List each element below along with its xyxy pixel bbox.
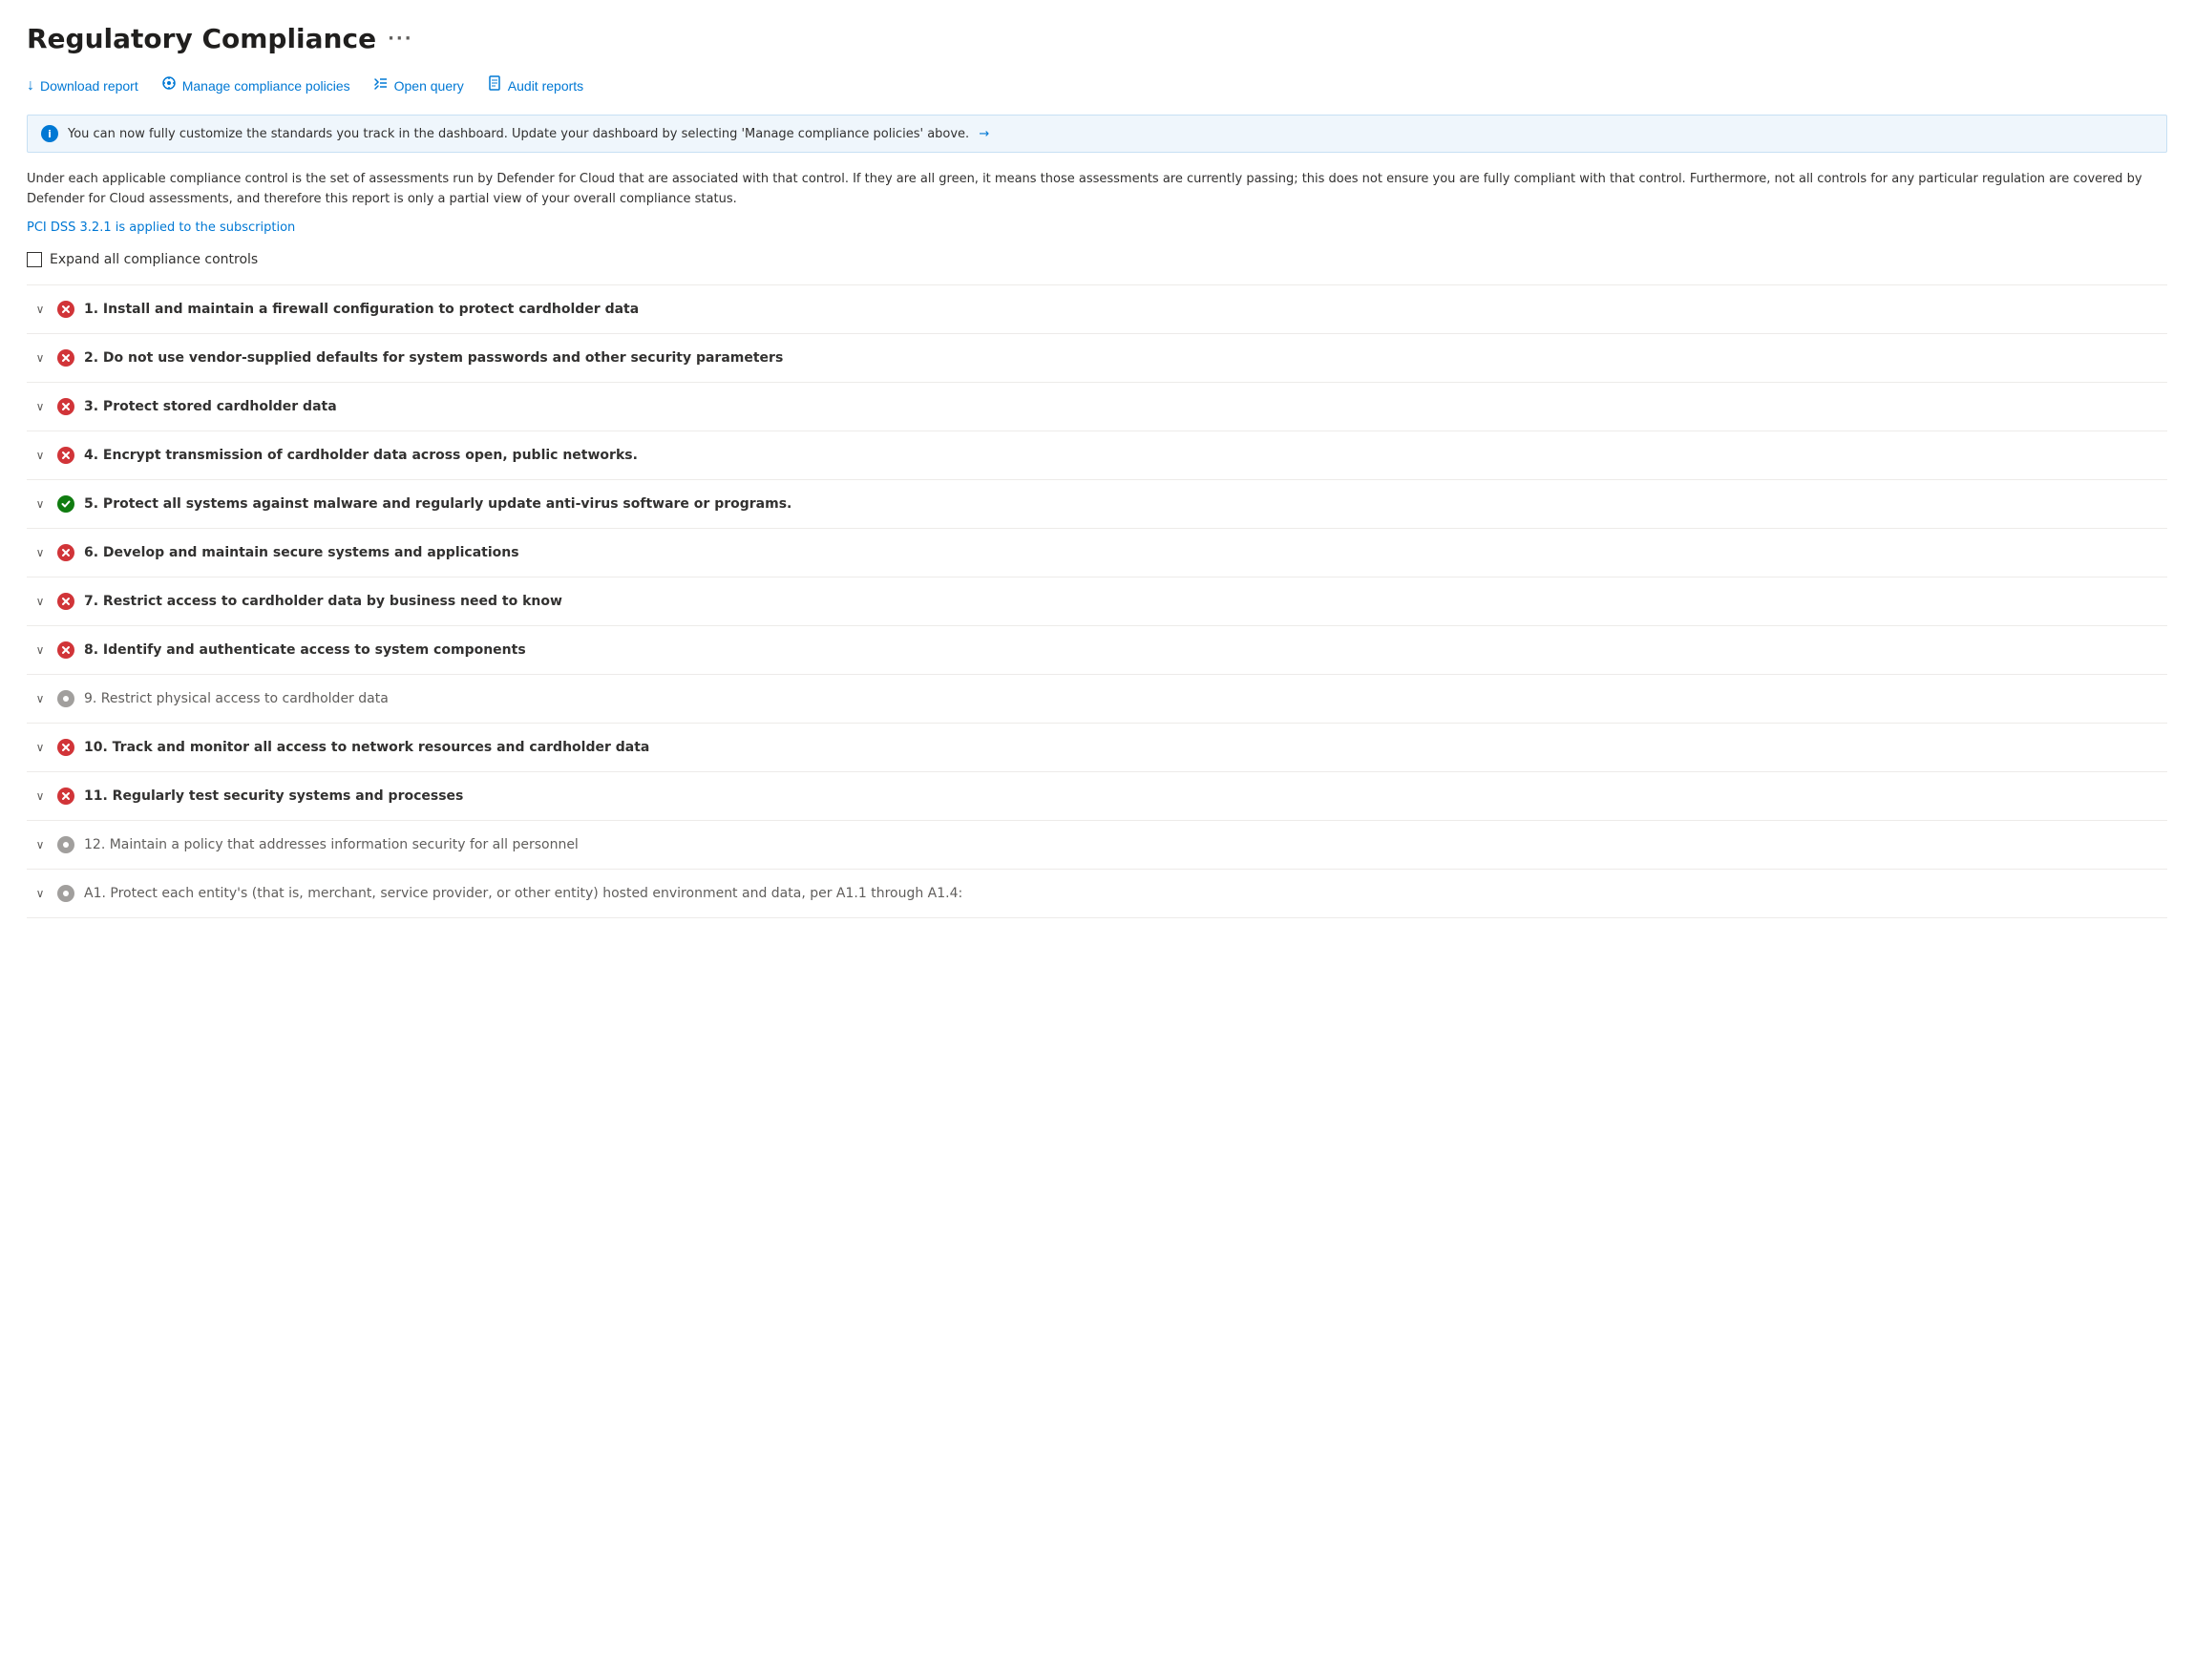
status-icon-error (57, 544, 74, 561)
expand-all-label: Expand all compliance controls (50, 252, 258, 267)
status-icon-error (57, 447, 74, 464)
status-icon-error (57, 301, 74, 318)
audit-reports-label: Audit reports (508, 78, 583, 94)
chevron-down-icon: ∨ (32, 546, 48, 559)
audit-reports-button[interactable]: Audit reports (487, 72, 583, 99)
compliance-item[interactable]: ∨ 2. Do not use vendor-supplied defaults … (27, 334, 2167, 383)
compliance-item-label: 4. Encrypt transmission of cardholder da… (84, 448, 638, 463)
status-icon-error (57, 593, 74, 610)
compliance-item[interactable]: ∨ 1. Install and maintain a firewall conf… (27, 285, 2167, 334)
download-report-button[interactable]: ↓ Download report (27, 74, 138, 98)
description-text: Under each applicable compliance control… (27, 170, 2167, 210)
status-icon-error (57, 349, 74, 367)
open-query-label: Open query (394, 78, 464, 94)
expand-all-row: Expand all compliance controls (27, 252, 2167, 267)
audit-icon (487, 75, 502, 95)
download-icon: ↓ (27, 77, 34, 94)
compliance-item-label: 6. Develop and maintain secure systems a… (84, 545, 519, 560)
compliance-item-label: 5. Protect all systems against malware a… (84, 496, 791, 512)
compliance-item-label: 9. Restrict physical access to cardholde… (84, 691, 389, 706)
compliance-item[interactable]: ∨ 5. Protect all systems against malware … (27, 480, 2167, 529)
info-banner: i You can now fully customize the standa… (27, 115, 2167, 153)
compliance-item-label: 10. Track and monitor all access to netw… (84, 740, 649, 755)
subscription-link[interactable]: PCI DSS 3.2.1 is applied to the subscrip… (27, 220, 295, 235)
chevron-down-icon: ∨ (32, 887, 48, 900)
status-icon-neutral (57, 690, 74, 707)
chevron-down-icon: ∨ (32, 838, 48, 851)
compliance-item-label: 11. Regularly test security systems and … (84, 788, 463, 804)
page-title: Regulatory Compliance ··· (27, 23, 2167, 54)
compliance-item[interactable]: ∨ 9. Restrict physical access to cardhold… (27, 675, 2167, 724)
manage-icon (161, 75, 177, 95)
compliance-list: ∨ 1. Install and maintain a firewall conf… (27, 284, 2167, 918)
open-query-button[interactable]: Open query (373, 72, 464, 99)
status-icon-error (57, 788, 74, 805)
manage-policies-label: Manage compliance policies (182, 78, 350, 94)
compliance-item[interactable]: ∨ 7. Restrict access to cardholder data b… (27, 578, 2167, 626)
compliance-item[interactable]: ∨ 6. Develop and maintain secure systems … (27, 529, 2167, 578)
chevron-down-icon: ∨ (32, 351, 48, 365)
compliance-item-label: 8. Identify and authenticate access to s… (84, 642, 526, 658)
compliance-item-label: 3. Protect stored cardholder data (84, 399, 337, 414)
status-icon-neutral (57, 885, 74, 902)
compliance-item[interactable]: ∨ 3. Protect stored cardholder data (27, 383, 2167, 431)
expand-all-checkbox[interactable] (27, 252, 42, 267)
compliance-item[interactable]: ∨ 4. Encrypt transmission of cardholder d… (27, 431, 2167, 480)
info-icon: i (41, 125, 58, 142)
compliance-item[interactable]: ∨ A1. Protect each entity's (that is, mer… (27, 870, 2167, 918)
chevron-down-icon: ∨ (32, 497, 48, 511)
status-icon-error (57, 739, 74, 756)
chevron-down-icon: ∨ (32, 595, 48, 608)
compliance-item[interactable]: ∨ 12. Maintain a policy that addresses in… (27, 821, 2167, 870)
chevron-down-icon: ∨ (32, 741, 48, 754)
compliance-item[interactable]: ∨ 8. Identify and authenticate access to … (27, 626, 2167, 675)
info-arrow[interactable]: → (979, 127, 989, 141)
manage-policies-button[interactable]: Manage compliance policies (161, 72, 350, 99)
title-text: Regulatory Compliance (27, 23, 376, 54)
chevron-down-icon: ∨ (32, 643, 48, 657)
compliance-item-label: A1. Protect each entity's (that is, merc… (84, 886, 962, 901)
status-icon-neutral (57, 836, 74, 853)
status-icon-error (57, 398, 74, 415)
compliance-item[interactable]: ∨ 11. Regularly test security systems and… (27, 772, 2167, 821)
chevron-down-icon: ∨ (32, 692, 48, 705)
info-text: You can now fully customize the standard… (68, 127, 989, 141)
compliance-item-label: 12. Maintain a policy that addresses inf… (84, 837, 579, 852)
status-icon-success (57, 495, 74, 513)
download-report-label: Download report (40, 78, 138, 94)
chevron-down-icon: ∨ (32, 789, 48, 803)
toolbar: ↓ Download report Manage compliance poli… (27, 72, 2167, 99)
query-icon (373, 75, 389, 95)
more-options-icon[interactable]: ··· (388, 29, 413, 49)
status-icon-error (57, 641, 74, 659)
compliance-item-label: 1. Install and maintain a firewall confi… (84, 302, 639, 317)
compliance-item[interactable]: ∨ 10. Track and monitor all access to net… (27, 724, 2167, 772)
chevron-down-icon: ∨ (32, 400, 48, 413)
compliance-item-label: 7. Restrict access to cardholder data by… (84, 594, 562, 609)
compliance-item-label: 2. Do not use vendor-supplied defaults f… (84, 350, 783, 366)
chevron-down-icon: ∨ (32, 303, 48, 316)
chevron-down-icon: ∨ (32, 449, 48, 462)
